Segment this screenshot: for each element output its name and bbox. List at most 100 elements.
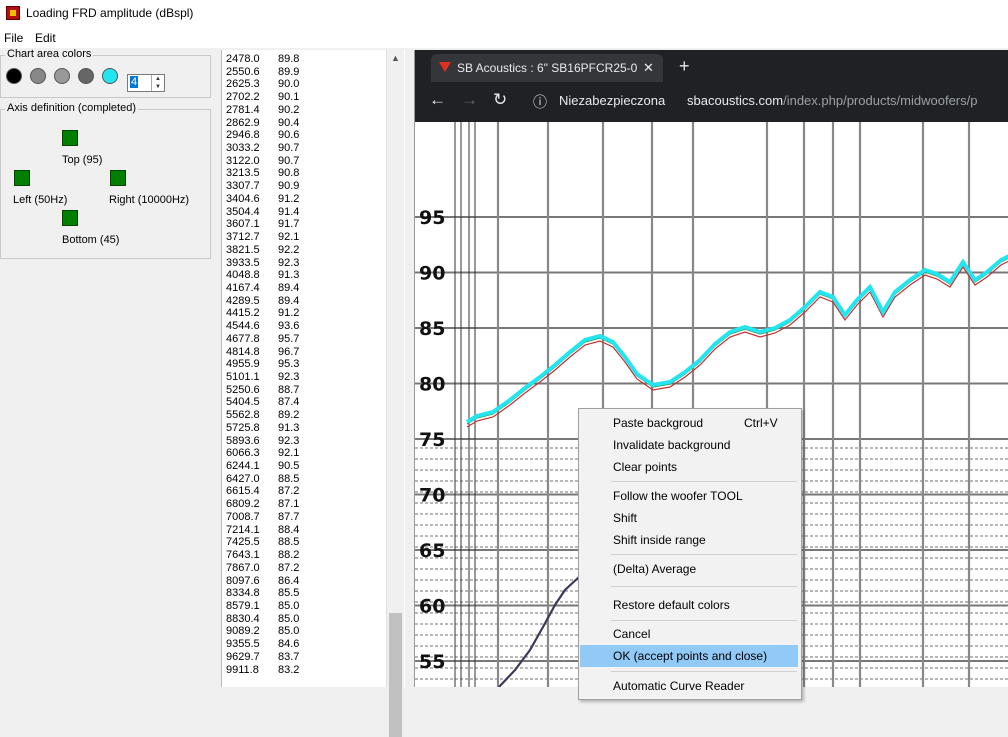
point-row[interactable]: 4167.4 89.4 (226, 282, 299, 294)
point-row[interactable]: 6244.1 90.5 (226, 460, 299, 472)
point-amplitude: 85.0 (278, 612, 300, 625)
point-row[interactable]: 9911.8 83.2 (226, 664, 299, 676)
point-row[interactable]: 6809.2 87.1 (226, 498, 299, 510)
point-row[interactable]: 6066.3 92.1 (226, 447, 299, 459)
point-row[interactable]: 2781.4 90.2 (226, 104, 299, 116)
menu-shift-inside-range[interactable]: Shift inside range (580, 529, 798, 551)
color-swatch[interactable] (102, 68, 118, 84)
point-row[interactable]: 3122.0 90.7 (226, 155, 299, 167)
menu-separator (611, 554, 797, 555)
point-row[interactable]: 4544.6 93.6 (226, 320, 299, 332)
menu-edit[interactable]: Edit (35, 31, 56, 45)
point-frequency: 6244.1 (226, 460, 260, 473)
point-row[interactable]: 5562.8 89.2 (226, 409, 299, 421)
point-row[interactable]: 3821.5 92.2 (226, 244, 299, 256)
point-row[interactable]: 3033.2 90.7 (226, 142, 299, 154)
point-amplitude: 86.4 (278, 574, 300, 587)
menu-restore-default-colors[interactable]: Restore default colors (580, 594, 798, 616)
color-swatch[interactable] (30, 68, 46, 84)
menu-clear-points[interactable]: Clear points (580, 456, 798, 478)
point-row[interactable]: 4955.9 95.3 (226, 358, 299, 370)
menu-item-label: (Delta) Average (613, 562, 697, 576)
menu-bar: File Edit (0, 28, 1008, 48)
background-browser-screenshot: SB Acoustics : 6" SB16PFCR25-0 ✕ + ← → ↻… (415, 50, 1008, 122)
dark-curve (498, 576, 580, 687)
y-tick-label: 90 (419, 263, 445, 285)
point-frequency: 6066.3 (226, 447, 260, 460)
point-row[interactable]: 2550.6 89.9 (226, 66, 299, 78)
point-row[interactable]: 8097.6 86.4 (226, 575, 299, 587)
menu-invalidate-background[interactable]: Invalidate background (580, 434, 798, 456)
point-row[interactable]: 3213.5 90.8 (226, 167, 299, 179)
points-list-scrollbar[interactable]: ▲ (386, 50, 404, 737)
menu-follow-woofer-tool[interactable]: Follow the woofer TOOL (580, 485, 798, 507)
axis-left-marker[interactable] (14, 170, 30, 186)
point-row[interactable]: 4415.2 91.2 (226, 307, 299, 319)
point-row[interactable]: 9355.5 84.6 (226, 638, 299, 650)
point-row[interactable]: 6427.0 88.5 (226, 473, 299, 485)
point-row[interactable]: 3404.6 91.2 (226, 193, 299, 205)
point-row[interactable]: 2946.8 90.6 (226, 129, 299, 141)
color-swatch[interactable] (54, 68, 70, 84)
menu-automatic-curve-reader[interactable]: Automatic Curve Reader (580, 675, 798, 697)
point-row[interactable]: 8334.8 85.5 (226, 587, 299, 599)
point-row[interactable]: 3933.5 92.3 (226, 257, 299, 269)
point-row[interactable]: 5725.8 91.3 (226, 422, 299, 434)
point-row[interactable]: 5404.5 87.4 (226, 396, 299, 408)
point-row[interactable]: 2478.0 89.8 (226, 53, 299, 65)
menu-file[interactable]: File (4, 31, 23, 45)
menu-cancel[interactable]: Cancel (580, 623, 798, 645)
point-amplitude: 87.4 (278, 396, 300, 409)
point-amplitude: 91.3 (278, 269, 300, 282)
menu-delta-average[interactable]: (Delta) Average (580, 558, 798, 580)
point-row[interactable]: 2862.9 90.4 (226, 117, 299, 129)
scroll-up-arrow-icon[interactable]: ▲ (387, 50, 404, 67)
point-amplitude: 89.4 (278, 281, 300, 294)
point-row[interactable]: 8830.4 85.0 (226, 613, 299, 625)
point-frequency: 3033.2 (226, 142, 260, 155)
axis-right-marker[interactable] (110, 170, 126, 186)
point-row[interactable]: 3504.4 91.4 (226, 206, 299, 218)
menu-item-label: Shift inside range (613, 533, 706, 547)
point-row[interactable]: 3307.7 90.9 (226, 180, 299, 192)
menu-paste-background[interactable]: Paste backgroud Ctrl+V (580, 412, 798, 434)
color-swatch[interactable] (6, 68, 22, 84)
point-row[interactable]: 7643.1 88.2 (226, 549, 299, 561)
color-count-value[interactable]: 4 (130, 76, 139, 88)
point-row[interactable]: 2702.2 90.1 (226, 91, 299, 103)
point-row[interactable]: 3712.7 92.1 (226, 231, 299, 243)
new-tab-icon: + (679, 56, 690, 76)
close-icon: ✕ (643, 60, 654, 75)
point-row[interactable]: 3607.1 91.7 (226, 218, 299, 230)
menu-separator (611, 620, 797, 621)
point-row[interactable]: 9089.2 85.0 (226, 625, 299, 637)
point-row[interactable]: 8579.1 85.0 (226, 600, 299, 612)
point-row[interactable]: 4814.8 96.7 (226, 346, 299, 358)
point-row[interactable]: 7214.1 88.4 (226, 524, 299, 536)
point-row[interactable]: 5893.6 92.3 (226, 435, 299, 447)
point-row[interactable]: 4289.5 89.4 (226, 295, 299, 307)
point-row[interactable]: 4677.8 95.7 (226, 333, 299, 345)
axis-top-marker[interactable] (62, 130, 78, 146)
color-swatch[interactable] (78, 68, 94, 84)
point-amplitude: 88.2 (278, 549, 300, 562)
menu-ok-accept-points[interactable]: OK (accept points and close) (580, 645, 798, 667)
point-row[interactable]: 5250.6 88.7 (226, 384, 299, 396)
menu-item-shortcut: Ctrl+V (744, 416, 778, 430)
point-row[interactable]: 9629.7 83.7 (226, 651, 299, 663)
point-amplitude: 87.2 (278, 485, 300, 498)
axis-bottom-marker[interactable] (62, 210, 78, 226)
points-list[interactable]: 2478.0 89.8 2550.6 89.9 2625.3 90.0 2702.2 90.1… (221, 50, 405, 687)
menu-shift[interactable]: Shift (580, 507, 798, 529)
point-row[interactable]: 7008.7 87.7 (226, 511, 299, 523)
scroll-thumb[interactable] (389, 613, 402, 737)
point-row[interactable]: 2625.3 90.0 (226, 78, 299, 90)
point-row[interactable]: 6615.4 87.2 (226, 485, 299, 497)
spinner-arrows[interactable]: ▲ ▼ (151, 75, 164, 91)
color-count-spinner[interactable]: 4 ▲ ▼ (127, 74, 165, 92)
point-amplitude: 91.7 (278, 218, 300, 231)
point-row[interactable]: 4048.8 91.3 (226, 269, 299, 281)
point-row[interactable]: 7867.0 87.2 (226, 562, 299, 574)
point-row[interactable]: 5101.1 92.3 (226, 371, 299, 383)
point-row[interactable]: 7425.5 88.5 (226, 536, 299, 548)
